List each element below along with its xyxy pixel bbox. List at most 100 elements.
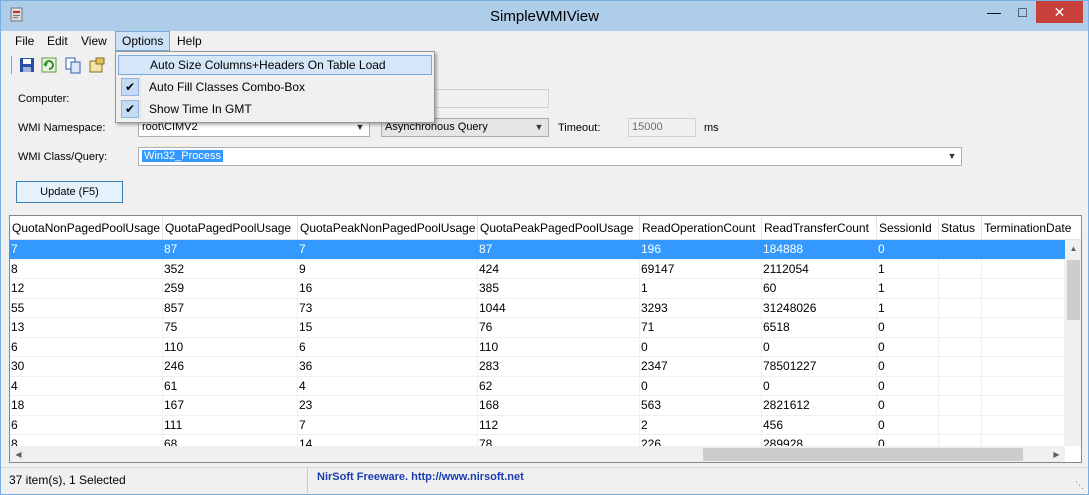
- table-cell: [939, 376, 982, 396]
- table-cell: 76: [478, 318, 640, 337]
- table-cell: 2821612: [762, 396, 877, 415]
- column-header[interactable]: QuotaPeakPagedPoolUsage: [478, 216, 640, 240]
- table-cell: 283: [478, 357, 640, 376]
- table-cell: 15: [298, 318, 478, 337]
- table-cell: 31248026: [762, 298, 877, 318]
- table-cell: 87: [163, 240, 298, 259]
- column-header[interactable]: ReadOperationCount: [640, 216, 762, 240]
- column-header[interactable]: QuotaPagedPoolUsage: [163, 216, 298, 240]
- menu-help[interactable]: Help: [171, 31, 208, 51]
- scroll-up-icon[interactable]: ▲: [1065, 240, 1081, 257]
- checkmark-icon: ✔: [121, 100, 139, 118]
- table-cell: 424: [478, 259, 640, 279]
- menu-options[interactable]: Options: [115, 31, 171, 51]
- table-row[interactable]: 4 61 4 62 0 0 0: [10, 376, 1065, 396]
- table-cell: 60: [762, 279, 877, 298]
- class-label: WMI Class/Query:: [18, 151, 108, 163]
- scroll-right-icon[interactable]: ▶: [1048, 446, 1065, 462]
- table-cell: 857: [163, 298, 298, 318]
- table-cell: 2347: [640, 357, 762, 376]
- table-cell: 246: [163, 357, 298, 376]
- menu-item-label: Auto Fill Classes Combo-Box: [149, 80, 306, 94]
- nirsoft-link[interactable]: NirSoft Freeware. http://www.nirsoft.net: [317, 471, 524, 483]
- menu-file[interactable]: File: [9, 31, 40, 51]
- horizontal-scrollbar[interactable]: ◀ ▶: [10, 446, 1065, 462]
- table-row[interactable]: 13 75 15 76 71 6518 0: [10, 318, 1065, 338]
- refresh-icon[interactable]: [40, 56, 58, 74]
- timeout-label: Timeout:: [558, 122, 601, 134]
- table-cell: 3293: [640, 298, 762, 318]
- timeout-input[interactable]: 15000: [628, 118, 696, 137]
- scroll-left-icon[interactable]: ◀: [10, 446, 27, 462]
- save-icon[interactable]: [18, 56, 36, 74]
- menu-edit[interactable]: Edit: [41, 31, 74, 51]
- status-bar: 37 item(s), 1 Selected NirSoft Freeware.…: [1, 467, 1088, 494]
- table-cell: [982, 259, 1065, 279]
- table-cell: 13: [10, 318, 163, 337]
- horizontal-scroll-thumb[interactable]: [703, 448, 1023, 461]
- table-row[interactable]: 18 167 23 168 563 2821612 0: [10, 396, 1065, 416]
- table-cell: 0: [877, 240, 939, 259]
- table-header: QuotaNonPagedPoolUsage QuotaPagedPoolUsa…: [10, 216, 1081, 240]
- copy-icon[interactable]: [64, 56, 82, 74]
- class-query-combo[interactable]: Win32_Process ▼: [138, 147, 962, 166]
- column-header[interactable]: SessionId: [877, 216, 939, 240]
- column-header[interactable]: TerminationDate: [982, 216, 1081, 240]
- table-row[interactable]: 30 246 36 283 2347 78501227 0: [10, 357, 1065, 377]
- menu-item-label: Auto Size Columns+Headers On Table Load: [150, 58, 386, 72]
- resize-grip-icon[interactable]: ⋱: [1075, 480, 1084, 491]
- menu-view[interactable]: View: [75, 31, 113, 51]
- table-cell: 0: [762, 337, 877, 357]
- table-cell: 6: [298, 337, 478, 357]
- minimize-button[interactable]: —: [979, 1, 1009, 23]
- title-bar[interactable]: SimpleWMIView — □ ✕: [1, 1, 1088, 31]
- table-cell: 9: [298, 259, 478, 279]
- status-divider: [307, 468, 308, 493]
- table-cell: 196: [640, 240, 762, 259]
- table-row[interactable]: 6 110 6 110 0 0 0: [10, 337, 1065, 357]
- table-cell: 110: [163, 337, 298, 357]
- column-header[interactable]: ReadTransferCount: [762, 216, 877, 240]
- table-row[interactable]: 8 352 9 424 69147 2112054 1: [10, 259, 1065, 279]
- table-cell: 563: [640, 396, 762, 415]
- table-cell: 112: [478, 415, 640, 435]
- maximize-button[interactable]: □: [1009, 1, 1036, 23]
- menu-item-show-time-gmt[interactable]: ✔ Show Time In GMT: [118, 99, 432, 119]
- table-cell: 0: [640, 376, 762, 396]
- table-row[interactable]: 7 87 7 87 196 184888 0: [10, 240, 1065, 260]
- timeout-unit: ms: [704, 122, 719, 134]
- vertical-scroll-thumb[interactable]: [1067, 260, 1080, 320]
- menu-item-auto-size-columns[interactable]: Auto Size Columns+Headers On Table Load: [118, 55, 432, 75]
- chevron-down-icon[interactable]: ▼: [945, 148, 959, 165]
- table-cell: 1: [640, 279, 762, 298]
- table-cell: 7: [298, 240, 478, 259]
- table-cell: 4: [10, 376, 163, 396]
- menu-item-auto-fill-classes[interactable]: ✔ Auto Fill Classes Combo-Box: [118, 77, 432, 97]
- table-row[interactable]: 6 111 7 112 2 456 0: [10, 415, 1065, 435]
- table-cell: 0: [640, 337, 762, 357]
- table-row[interactable]: 12 259 16 385 1 60 1: [10, 279, 1065, 299]
- table-cell: [939, 259, 982, 279]
- column-header[interactable]: Status: [939, 216, 982, 240]
- table-cell: 12: [10, 279, 163, 298]
- table-cell: 7: [298, 415, 478, 435]
- table-cell: [982, 357, 1065, 376]
- namespace-label: WMI Namespace:: [18, 122, 106, 134]
- menu-item-label: Show Time In GMT: [149, 102, 252, 116]
- column-header[interactable]: QuotaNonPagedPoolUsage: [10, 216, 163, 240]
- vertical-scrollbar[interactable]: ▲: [1065, 240, 1081, 446]
- class-query-value: Win32_Process: [142, 150, 224, 162]
- computer-label: Computer:: [18, 93, 70, 105]
- table-row[interactable]: 55 857 73 1044 3293 31248026 1: [10, 298, 1065, 318]
- table-cell: [982, 376, 1065, 396]
- update-button[interactable]: Update (F5): [16, 181, 123, 203]
- chevron-down-icon[interactable]: ▼: [532, 119, 546, 136]
- results-table[interactable]: QuotaNonPagedPoolUsage QuotaPagedPoolUsa…: [9, 215, 1082, 463]
- close-button[interactable]: ✕: [1036, 1, 1083, 23]
- properties-icon[interactable]: [88, 56, 106, 74]
- table-cell: 6: [10, 337, 163, 357]
- column-header[interactable]: QuotaPeakNonPagedPoolUsage: [298, 216, 478, 240]
- table-cell: 75: [163, 318, 298, 337]
- table-cell: 7: [10, 240, 163, 259]
- table-cell: 0: [877, 396, 939, 415]
